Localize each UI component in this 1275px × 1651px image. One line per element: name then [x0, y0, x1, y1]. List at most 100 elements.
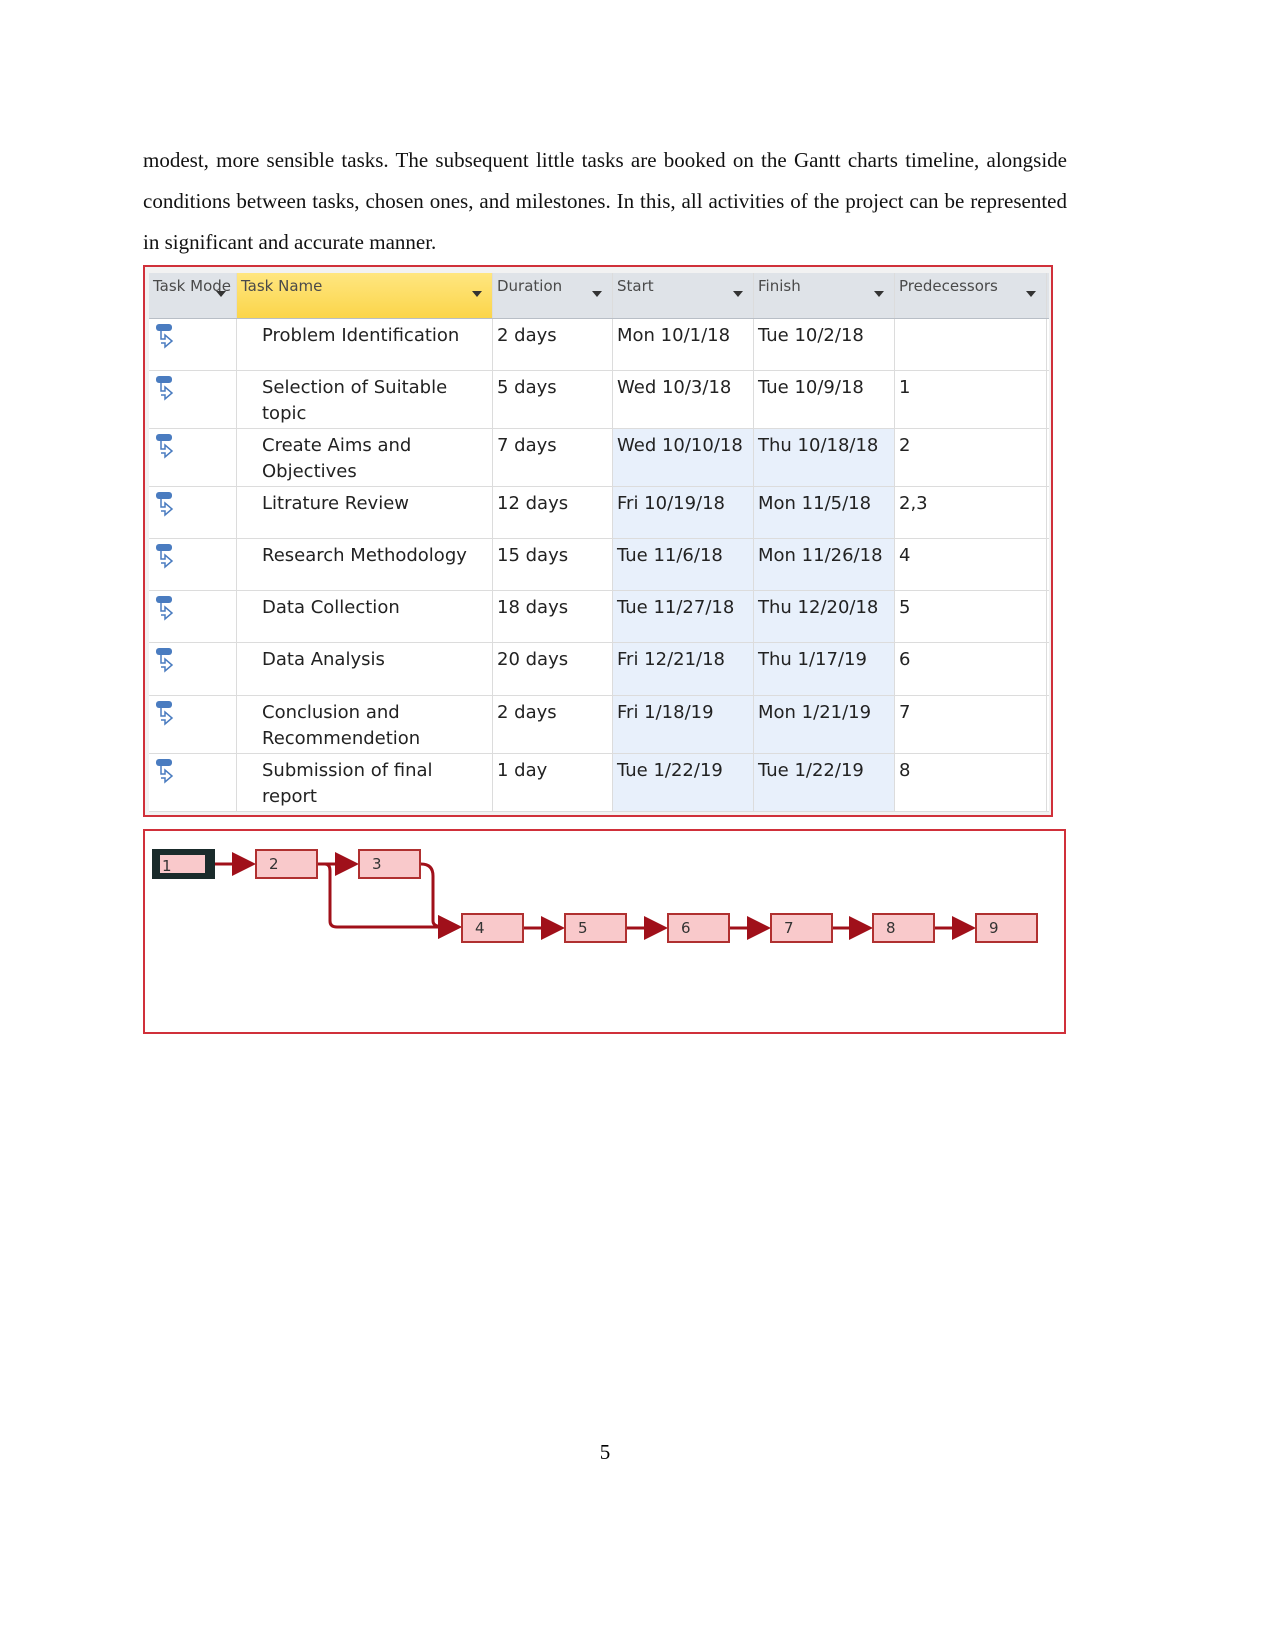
- network-node-9[interactable]: 9: [975, 913, 1038, 943]
- finish-cell[interactable]: Tue 1/22/19: [754, 754, 895, 811]
- header-predecessors[interactable]: Predecessors: [895, 273, 1047, 318]
- network-node-7[interactable]: 7: [770, 913, 833, 943]
- predecessors-cell[interactable]: 2: [895, 429, 1047, 486]
- table-row[interactable]: Data Analysis 20 days Fri 12/21/18 Thu 1…: [149, 643, 1049, 696]
- duration-cell[interactable]: 7 days: [493, 429, 613, 486]
- predecessors-cell[interactable]: 1: [895, 371, 1047, 428]
- finish-cell[interactable]: Mon 11/5/18: [754, 487, 895, 538]
- task-mode-cell[interactable]: [149, 591, 237, 642]
- auto-scheduled-task-icon: [155, 700, 177, 736]
- finish-cell[interactable]: Mon 1/21/19: [754, 696, 895, 753]
- duration-cell[interactable]: 12 days: [493, 487, 613, 538]
- task-table: Task Mode Task Name Duration Start Finis…: [143, 265, 1053, 817]
- start-cell[interactable]: Fri 10/19/18: [613, 487, 754, 538]
- header-duration[interactable]: Duration: [493, 273, 613, 318]
- header-label: Finish: [758, 277, 801, 295]
- table-header: Task Mode Task Name Duration Start Finis…: [149, 273, 1049, 319]
- header-task-mode[interactable]: Task Mode: [149, 273, 237, 318]
- task-name-cell[interactable]: Data Analysis: [237, 643, 493, 695]
- task-name-cell[interactable]: Selection of Suitable topic: [237, 371, 493, 428]
- network-node-6[interactable]: 6: [667, 913, 730, 943]
- header-start[interactable]: Start: [613, 273, 754, 318]
- duration-cell[interactable]: 2 days: [493, 696, 613, 753]
- dropdown-arrow-icon[interactable]: [874, 291, 884, 297]
- duration-cell[interactable]: 18 days: [493, 591, 613, 642]
- predecessors-cell[interactable]: 5: [895, 591, 1047, 642]
- finish-cell[interactable]: Thu 10/18/18: [754, 429, 895, 486]
- predecessors-cell[interactable]: 8: [895, 754, 1047, 811]
- network-diagram: 1 2 3 4 5 6 7 8 9: [143, 829, 1066, 1034]
- task-name-cell[interactable]: Data Collection: [237, 591, 493, 642]
- dropdown-arrow-icon[interactable]: [472, 291, 482, 297]
- table-row[interactable]: Selection of Suitable topic 5 days Wed 1…: [149, 371, 1049, 429]
- auto-scheduled-task-icon: [155, 595, 177, 631]
- start-cell[interactable]: Tue 11/27/18: [613, 591, 754, 642]
- table-row[interactable]: Problem Identification 2 days Mon 10/1/1…: [149, 319, 1049, 371]
- start-cell[interactable]: Mon 10/1/18: [613, 319, 754, 370]
- task-name-cell[interactable]: Create Aims and Objectives: [237, 429, 493, 486]
- start-cell[interactable]: Tue 11/6/18: [613, 539, 754, 590]
- duration-cell[interactable]: 15 days: [493, 539, 613, 590]
- task-mode-cell[interactable]: [149, 643, 237, 695]
- header-finish[interactable]: Finish: [754, 273, 895, 318]
- header-label: Predecessors: [899, 277, 998, 295]
- predecessors-cell[interactable]: [895, 319, 1047, 370]
- dropdown-arrow-icon[interactable]: [733, 291, 743, 297]
- predecessors-cell[interactable]: 7: [895, 696, 1047, 753]
- start-cell[interactable]: Fri 1/18/19: [613, 696, 754, 753]
- finish-cell[interactable]: Tue 10/2/18: [754, 319, 895, 370]
- network-node-1[interactable]: 1: [152, 849, 215, 879]
- finish-cell[interactable]: Thu 1/17/19: [754, 643, 895, 695]
- task-mode-cell[interactable]: [149, 539, 237, 590]
- task-mode-cell[interactable]: [149, 754, 237, 811]
- task-name-cell[interactable]: Problem Identification: [237, 319, 493, 370]
- table-row[interactable]: Submission of final report 1 day Tue 1/2…: [149, 754, 1049, 812]
- table-row[interactable]: Research Methodology 15 days Tue 11/6/18…: [149, 539, 1049, 591]
- start-cell[interactable]: Fri 12/21/18: [613, 643, 754, 695]
- predecessors-cell[interactable]: 2,3: [895, 487, 1047, 538]
- table-row[interactable]: Data Collection 18 days Tue 11/27/18 Thu…: [149, 591, 1049, 643]
- task-name-cell[interactable]: Submission of final report: [237, 754, 493, 811]
- task-name-cell[interactable]: Research Methodology: [237, 539, 493, 590]
- auto-scheduled-task-icon: [155, 323, 177, 359]
- network-node-8[interactable]: 8: [872, 913, 935, 943]
- page-number: 5: [599, 1440, 611, 1464]
- predecessors-cell[interactable]: 4: [895, 539, 1047, 590]
- start-cell[interactable]: Wed 10/3/18: [613, 371, 754, 428]
- dropdown-arrow-icon[interactable]: [1026, 291, 1036, 297]
- table-row[interactable]: Conclusion and Recommendetion 2 days Fri…: [149, 696, 1049, 754]
- table-row[interactable]: Litrature Review 12 days Fri 10/19/18 Mo…: [149, 487, 1049, 539]
- network-node-2[interactable]: 2: [255, 849, 318, 879]
- header-label: Task Name: [241, 277, 323, 295]
- auto-scheduled-task-icon: [155, 491, 177, 527]
- duration-cell[interactable]: 2 days: [493, 319, 613, 370]
- task-mode-cell[interactable]: [149, 696, 237, 753]
- predecessors-cell[interactable]: 6: [895, 643, 1047, 695]
- auto-scheduled-task-icon: [155, 375, 177, 411]
- network-node-4[interactable]: 4: [461, 913, 524, 943]
- network-node-3[interactable]: 3: [358, 849, 421, 879]
- task-name-cell[interactable]: Litrature Review: [237, 487, 493, 538]
- auto-scheduled-task-icon: [155, 433, 177, 469]
- body-paragraph: modest, more sensible tasks. The subsequ…: [143, 148, 1067, 254]
- finish-cell[interactable]: Thu 12/20/18: [754, 591, 895, 642]
- dropdown-arrow-icon[interactable]: [592, 291, 602, 297]
- duration-cell[interactable]: 20 days: [493, 643, 613, 695]
- start-cell[interactable]: Tue 1/22/19: [613, 754, 754, 811]
- dropdown-arrow-icon[interactable]: [216, 291, 226, 297]
- task-mode-cell[interactable]: [149, 371, 237, 428]
- task-name-cell[interactable]: Conclusion and Recommendetion: [237, 696, 493, 753]
- start-cell[interactable]: Wed 10/10/18: [613, 429, 754, 486]
- header-label: Duration: [497, 277, 563, 295]
- header-task-name[interactable]: Task Name: [237, 273, 493, 318]
- task-mode-cell[interactable]: [149, 429, 237, 486]
- duration-cell[interactable]: 1 day: [493, 754, 613, 811]
- connector-3-4: [420, 862, 462, 939]
- finish-cell[interactable]: Mon 11/26/18: [754, 539, 895, 590]
- network-node-5[interactable]: 5: [564, 913, 627, 943]
- task-mode-cell[interactable]: [149, 487, 237, 538]
- duration-cell[interactable]: 5 days: [493, 371, 613, 428]
- task-mode-cell[interactable]: [149, 319, 237, 370]
- table-row[interactable]: Create Aims and Objectives 7 days Wed 10…: [149, 429, 1049, 487]
- finish-cell[interactable]: Tue 10/9/18: [754, 371, 895, 428]
